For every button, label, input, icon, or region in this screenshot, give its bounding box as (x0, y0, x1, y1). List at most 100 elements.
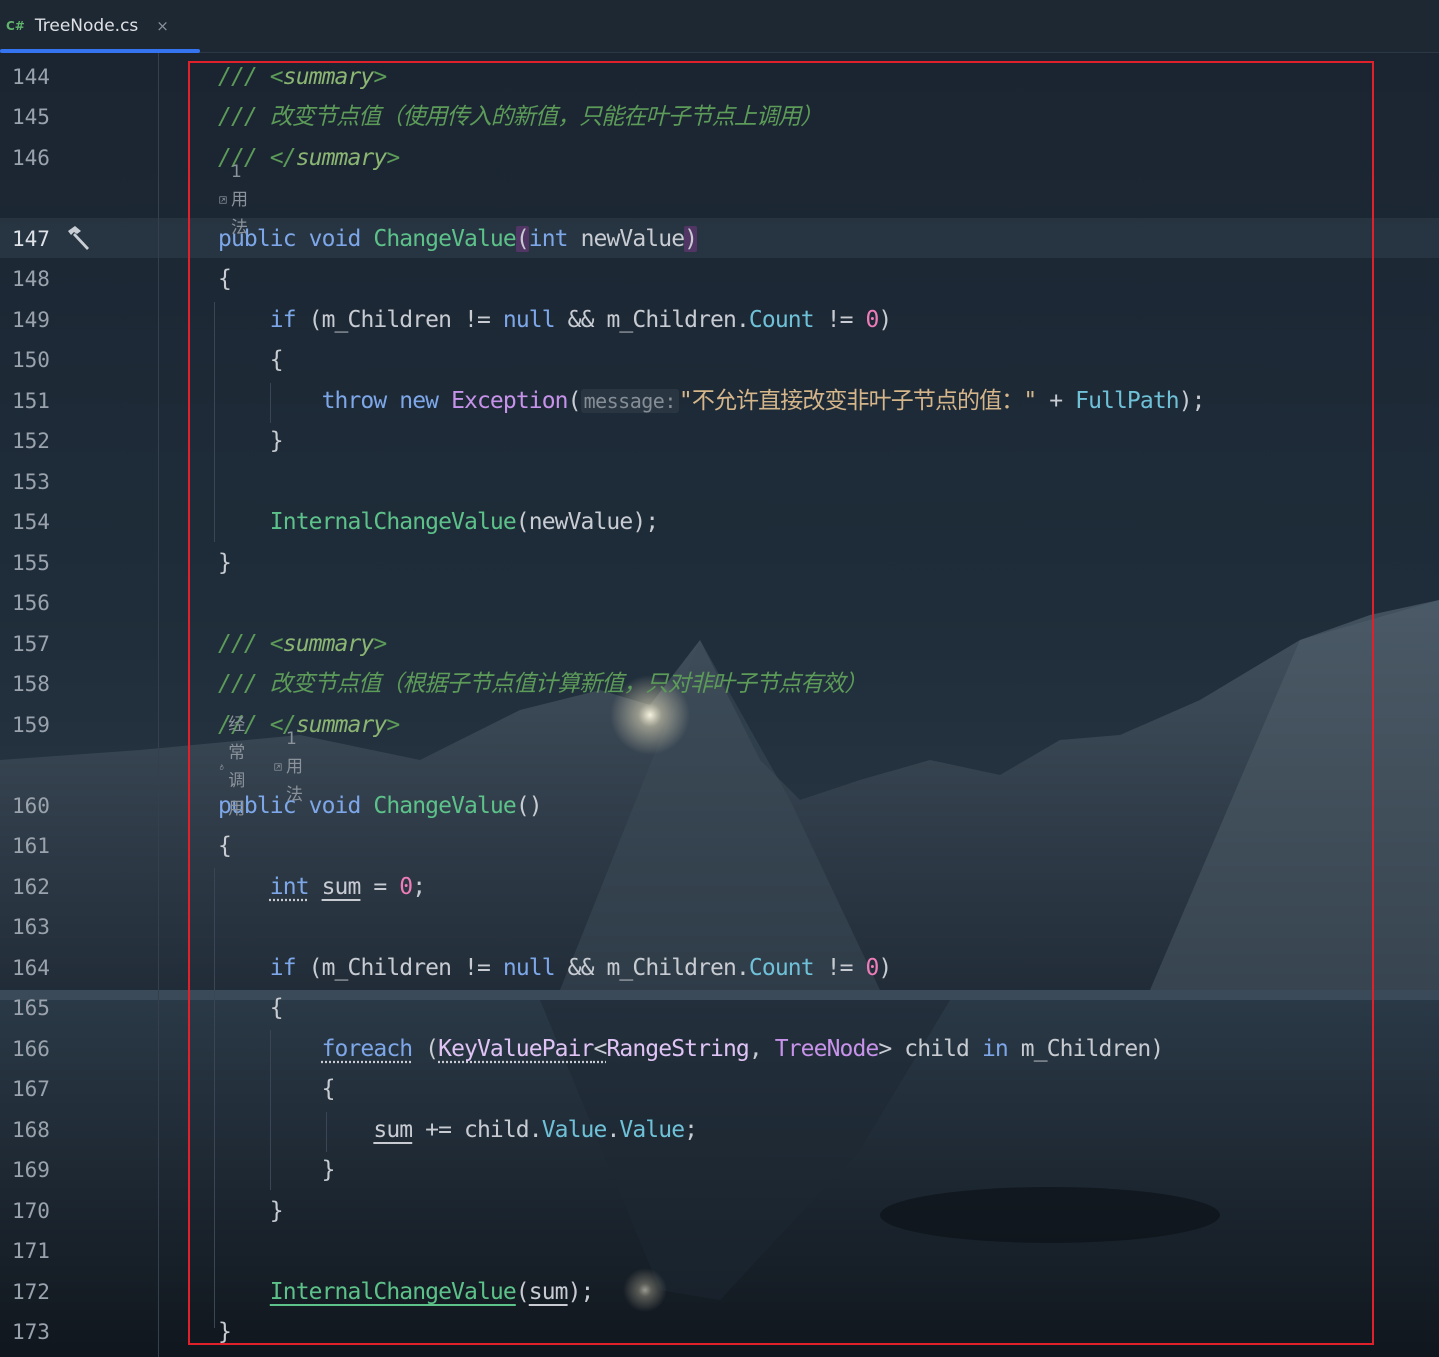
line-number[interactable]: 153 (12, 462, 72, 502)
line-number[interactable]: 147 (12, 219, 72, 259)
frequent-call-lens-item[interactable]: 经常调用 (219, 711, 254, 823)
paren: ( (295, 307, 323, 333)
doc-tag-open: < (269, 631, 284, 657)
code-line-151[interactable]: throw new Exception(message: "不允许直接改变非叶子节… (218, 381, 1206, 421)
usages-lens-item[interactable]: 1 用法 (274, 725, 311, 809)
line-number[interactable]: 161 (12, 826, 72, 866)
keyword: new (399, 388, 439, 414)
generic-bracket: > (878, 1036, 892, 1062)
property-name: Count (748, 955, 815, 981)
keyword: in (981, 1036, 1009, 1062)
line-number[interactable]: 155 (12, 543, 72, 583)
keyword: null (502, 307, 556, 333)
code-line-161[interactable]: { (218, 826, 232, 866)
line-number[interactable]: 157 (12, 624, 72, 664)
usages-count-label: 1 用法 (230, 162, 248, 238)
line-number[interactable]: 146 (12, 138, 72, 178)
doc-tag-open: < (269, 64, 284, 90)
code-line-158[interactable]: /// 改变节点值（根据子节点值计算新值，只对非叶子节点有效） (218, 664, 867, 704)
flame-icon (219, 764, 224, 770)
statement-end: ); (1178, 388, 1206, 414)
code-line-172[interactable]: InternalChangeValue(sum); (218, 1272, 595, 1312)
line-number[interactable]: 172 (12, 1272, 72, 1312)
code-lens-usages[interactable]: 1 用法 (219, 162, 270, 238)
field-name: m_Children (321, 955, 452, 981)
hammer-icon[interactable] (64, 224, 92, 252)
code-line-160[interactable]: public void ChangeValue() (218, 786, 543, 826)
property-name: Value (541, 1117, 608, 1143)
code-line-144[interactable]: /// <summary> (218, 57, 387, 97)
number-literal: 0 (865, 955, 879, 981)
property-name: Count (748, 307, 815, 333)
brace: { (269, 995, 284, 1021)
current-line-highlight (0, 218, 1439, 258)
code-line-147[interactable]: public void ChangeValue(int newValue) (218, 219, 698, 259)
code-line-149[interactable]: if (m_Children != null && m_Children.Cou… (218, 300, 892, 340)
code-line-157[interactable]: /// <summary> (218, 624, 387, 664)
close-tab-icon[interactable]: × (156, 17, 169, 35)
line-number[interactable]: 152 (12, 421, 72, 461)
field-name: m_Children (1007, 1036, 1151, 1062)
code-line-167[interactable]: { (218, 1069, 336, 1109)
brace: { (218, 833, 232, 859)
keyword: void (308, 226, 362, 252)
brace: { (321, 1076, 336, 1102)
code-line-165[interactable]: { (218, 988, 284, 1028)
line-number[interactable]: 151 (12, 381, 72, 421)
line-number[interactable]: 144 (12, 57, 72, 97)
brace: { (269, 347, 284, 373)
field-name: m_Children (606, 307, 736, 333)
line-number[interactable]: 150 (12, 340, 72, 380)
code-lens-usages[interactable]: 经常调用 1 用法 (219, 715, 325, 819)
line-number[interactable]: 166 (12, 1029, 72, 1069)
code-line-173[interactable]: } (218, 1312, 232, 1352)
line-number[interactable]: 159 (12, 705, 72, 745)
line-number[interactable]: 154 (12, 502, 72, 542)
active-tab-indicator (0, 49, 200, 53)
csharp-file-icon: C# (6, 19, 25, 33)
indent-guide (214, 868, 215, 1328)
doc-tag-name: summary (282, 64, 375, 90)
line-number[interactable]: 163 (12, 907, 72, 947)
line-number[interactable]: 164 (12, 948, 72, 988)
code-line-166[interactable]: foreach (KeyValuePair<RangeString, TreeN… (218, 1029, 1165, 1069)
brace: } (218, 550, 232, 576)
line-number[interactable]: 173 (12, 1312, 72, 1352)
operator: && (554, 307, 607, 333)
code-line-150[interactable]: { (218, 340, 284, 380)
line-number[interactable]: 145 (12, 97, 72, 137)
dot: . (735, 955, 750, 981)
code-line-152[interactable]: } (218, 421, 284, 461)
line-number[interactable]: 171 (12, 1231, 72, 1271)
line-number[interactable]: 169 (12, 1150, 72, 1190)
operator: = (360, 874, 400, 900)
line-number[interactable]: 167 (12, 1069, 72, 1109)
type-name: Exception (451, 388, 568, 414)
code-line-155[interactable]: } (218, 543, 232, 583)
code-line-164[interactable]: if (m_Children != null && m_Children.Cou… (218, 948, 892, 988)
dot: . (528, 1117, 543, 1143)
line-number[interactable]: 168 (12, 1110, 72, 1150)
code-line-154[interactable]: InternalChangeValue(newValue); (218, 502, 659, 542)
brace: } (269, 1198, 284, 1224)
code-line-168[interactable]: sum += child.Value.Value; (218, 1110, 698, 1150)
line-number[interactable]: 165 (12, 988, 72, 1028)
code-line-169[interactable]: } (218, 1150, 336, 1190)
line-number[interactable]: 156 (12, 583, 72, 623)
code-line-148[interactable]: { (218, 259, 232, 299)
tab-treenode-cs[interactable]: C# TreeNode.cs × (0, 0, 200, 53)
line-number[interactable]: 170 (12, 1191, 72, 1231)
code-line-162[interactable]: int sum = 0; (218, 867, 426, 907)
line-number[interactable]: 149 (12, 300, 72, 340)
type-name: TreeNode (774, 1036, 879, 1062)
line-number[interactable]: 162 (12, 867, 72, 907)
code-line-170[interactable]: } (218, 1191, 284, 1231)
line-number[interactable]: 148 (12, 259, 72, 299)
line-number[interactable]: 160 (12, 786, 72, 826)
code-line-145[interactable]: /// 改变节点值（使用传入的新值，只能在叶子节点上调用） (218, 97, 823, 137)
line-number[interactable]: 158 (12, 664, 72, 704)
keyword: if (269, 955, 297, 981)
brace: } (269, 428, 284, 454)
property-name: FullPath (1075, 388, 1179, 414)
usages-lens-item[interactable]: 1 用法 (219, 158, 256, 242)
